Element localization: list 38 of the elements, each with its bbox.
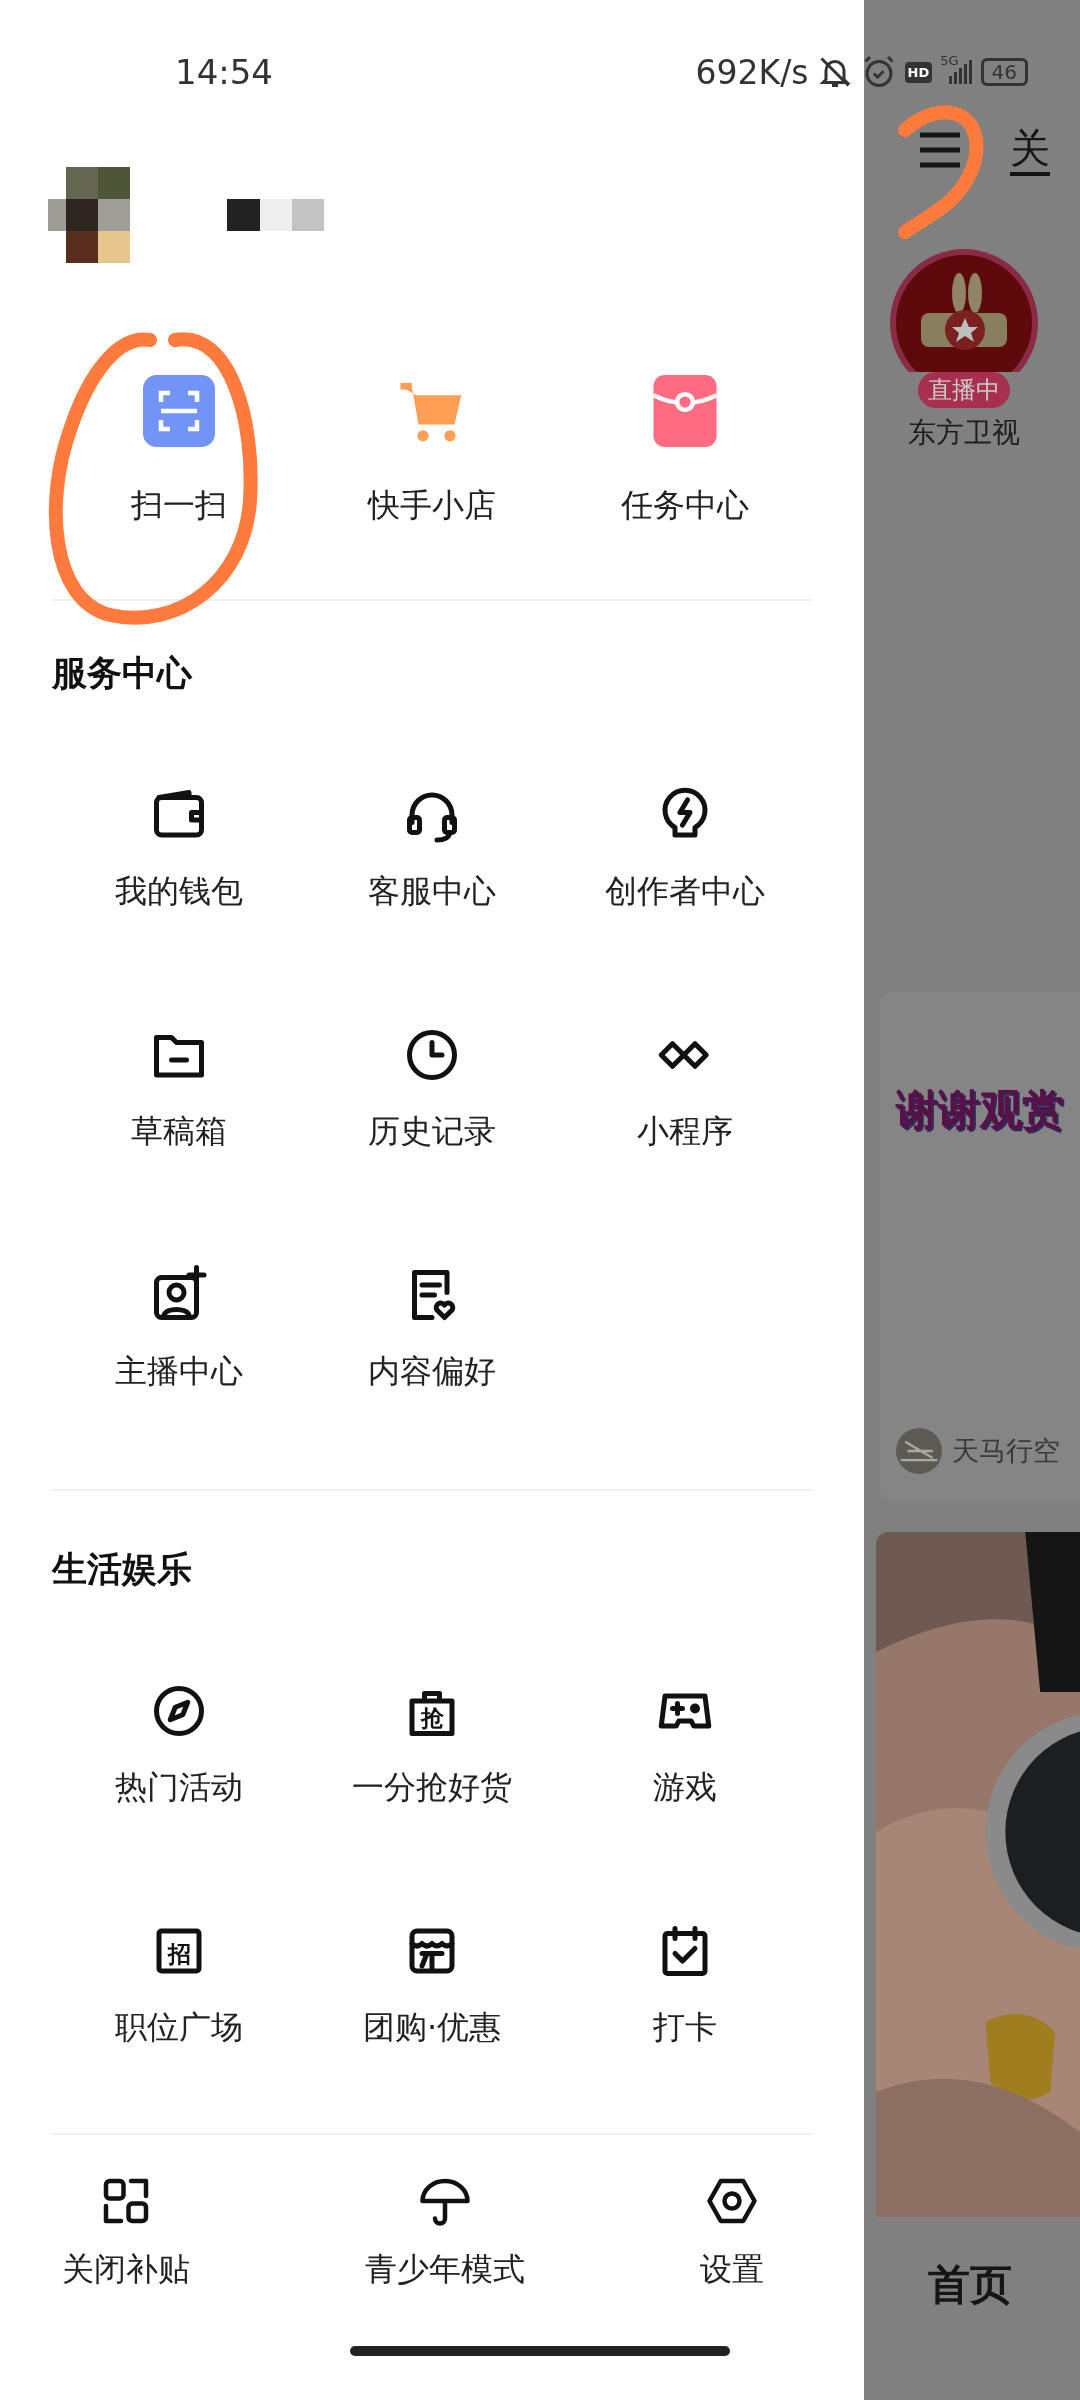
menu-item[interactable]: 内容偏好	[368, 1265, 496, 1391]
menu-item[interactable]: 抢 一分抢好货	[352, 1681, 512, 1807]
bottom-item[interactable]: 青少年模式	[365, 2171, 525, 2289]
author-avatar	[896, 1428, 942, 1474]
menu-item[interactable]: 招 职位广场	[114, 1921, 243, 2047]
status-time: 14:54	[175, 52, 273, 92]
menu-item[interactable]: 团购·优惠	[362, 1921, 502, 2047]
menu-item[interactable]: 游戏	[653, 1681, 718, 1807]
shortcut-item[interactable]: 任务中心	[621, 375, 750, 525]
username-mosaic[interactable]	[227, 199, 324, 231]
video-card[interactable]: 谢谢观赏 天马行空	[880, 992, 1080, 1502]
menu-item[interactable]: 热门活动	[114, 1681, 243, 1807]
shortcut-item[interactable]: 快手小店	[368, 375, 496, 525]
network-speed: 692K/s	[695, 52, 809, 92]
menu-icon[interactable]	[920, 132, 960, 168]
network-type: 5G	[940, 52, 959, 68]
cover-caption: 谢谢观赏	[896, 1084, 1065, 1136]
channel-name: 东方卫视	[908, 415, 1020, 451]
bottom-item[interactable]: 设置	[700, 2171, 764, 2289]
section-title: 生活娱乐	[52, 1549, 193, 1589]
live-badge: 直播中	[918, 372, 1010, 408]
menu-item[interactable]: 我的钱包	[114, 785, 243, 911]
shortcut-item[interactable]: 扫一扫	[130, 375, 227, 525]
menu-item[interactable]: 客服中心	[368, 785, 496, 911]
feed-tab[interactable]: 关	[1010, 124, 1050, 176]
menu-item[interactable]: 小程序	[637, 1025, 734, 1151]
menu-item[interactable]: 创作者中心	[605, 785, 766, 911]
menu-item[interactable]: 草稿箱	[130, 1025, 227, 1151]
section-title: 服务中心	[52, 653, 194, 693]
menu-item[interactable]: 主播中心	[114, 1265, 243, 1391]
scan-icon	[142, 375, 215, 447]
author-name: 天马行空	[952, 1434, 1060, 1468]
menu-item[interactable]: 历史记录	[368, 1025, 496, 1151]
avatar-mosaic[interactable]	[48, 167, 131, 263]
home-tab[interactable]: 首页	[928, 2260, 1012, 2309]
menu-item[interactable]: 打卡	[653, 1921, 718, 2047]
battery-level: 46	[980, 58, 1028, 86]
bottom-item[interactable]: 关闭补贴	[62, 2171, 190, 2289]
